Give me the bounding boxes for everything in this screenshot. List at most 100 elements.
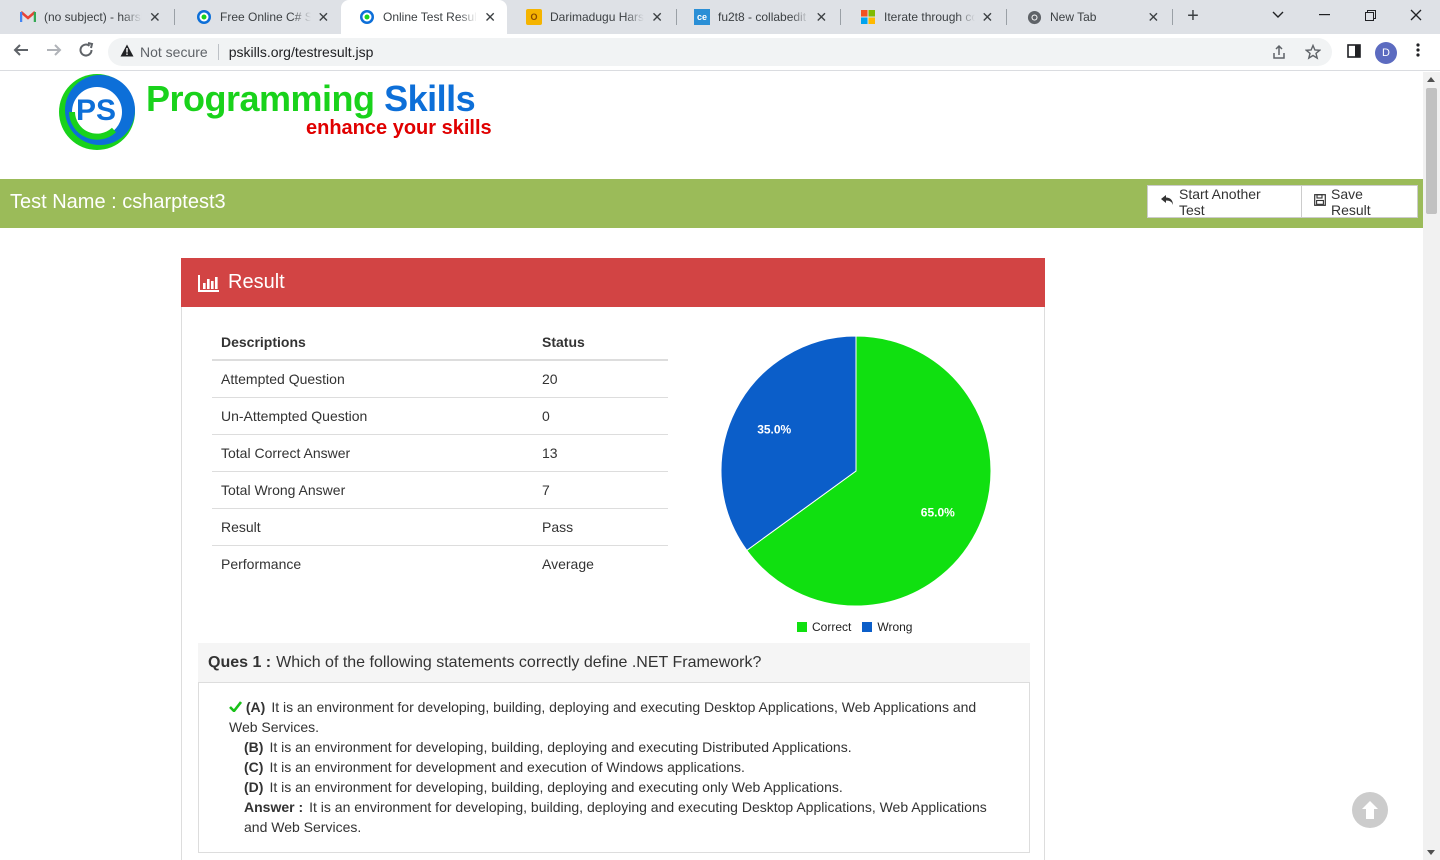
- close-icon[interactable]: ✕: [650, 9, 664, 26]
- question-header: Ques 1 : Which of the following statemen…: [198, 643, 1030, 682]
- tab-title: New Tab: [1050, 10, 1097, 24]
- start-another-test-button[interactable]: Start Another Test: [1147, 185, 1302, 218]
- more-menu-icon[interactable]: [1406, 40, 1430, 64]
- ps-favicon-icon: [196, 9, 212, 25]
- browser-tab[interactable]: New Tab ✕: [1008, 0, 1170, 34]
- question-text: Which of the following statements correc…: [276, 653, 762, 671]
- bookmark-star-icon[interactable]: [1305, 38, 1321, 66]
- arrow-up-icon: [1362, 801, 1378, 819]
- browser-tab[interactable]: O Darimadugu Harsh ✕: [508, 0, 674, 34]
- browser-tab-strip: (no subject) - harsh ✕ Free Online C# Sk…: [0, 0, 1440, 34]
- legend-swatch: [862, 622, 873, 632]
- scroll-up-arrow-icon[interactable]: [1427, 77, 1435, 82]
- close-icon[interactable]: ✕: [148, 9, 162, 26]
- tab-title: Online Test Result: [383, 10, 478, 24]
- start-another-test-label: Start Another Test: [1179, 185, 1261, 218]
- chrome-icon: [1026, 9, 1042, 25]
- answer-text: It is an environment for developing, bui…: [244, 799, 987, 835]
- result-panel: Result Descriptions Status Attempted Que…: [181, 258, 1045, 860]
- minimize-icon[interactable]: [1301, 0, 1347, 30]
- test-name-bar: Test Name : csharptest3 Start Another Te…: [0, 179, 1423, 228]
- option-text: It is an environment for developing, bui…: [269, 779, 843, 795]
- close-icon[interactable]: ✕: [981, 9, 994, 26]
- warning-icon: [120, 44, 134, 60]
- checkmark-icon: [229, 699, 246, 715]
- browser-tab[interactable]: ce fu2t8 - collabedit ✕: [676, 0, 838, 34]
- gmail-icon: [20, 9, 36, 25]
- row-description: Total Wrong Answer: [212, 470, 533, 508]
- result-panel-header: Result: [181, 258, 1045, 307]
- row-status: Pass: [533, 507, 668, 545]
- window-close-icon[interactable]: [1393, 0, 1439, 30]
- close-icon[interactable]: ✕: [815, 9, 828, 26]
- legend-label: Correct: [812, 620, 852, 634]
- row-status: 13: [533, 433, 668, 471]
- scrollbar-thumb[interactable]: [1426, 88, 1437, 214]
- table-header-row: Descriptions Status: [212, 324, 668, 361]
- scroll-to-top-button[interactable]: [1352, 792, 1388, 828]
- option-letter: (D): [244, 779, 264, 795]
- browser-tab[interactable]: (no subject) - harsh ✕: [2, 0, 172, 34]
- close-icon[interactable]: ✕: [483, 9, 497, 26]
- browser-tab-active[interactable]: Online Test Result ✕: [341, 0, 507, 34]
- microsoft-icon: [860, 9, 876, 25]
- option-b: (B) It is an environment for developing, …: [229, 737, 999, 757]
- chart-legend: Correct Wrong: [797, 620, 923, 634]
- address-bar[interactable]: Not secure pskills.org/testresult.jsp: [108, 38, 1332, 66]
- scroll-down-arrow-icon[interactable]: [1427, 850, 1435, 855]
- answer-label: Answer :: [244, 799, 304, 815]
- option-letter: (A): [245, 699, 266, 715]
- back-arrow-icon[interactable]: [9, 40, 33, 64]
- new-tab-button[interactable]: +: [1181, 5, 1205, 29]
- logo-word-programming: Programming: [146, 78, 375, 119]
- result-summary-table: Descriptions Status Attempted Question 20…: [212, 324, 668, 582]
- logo-word-skills: Skills: [384, 78, 476, 119]
- row-description: Result: [212, 507, 533, 545]
- option-text: It is an environment for development and…: [269, 759, 745, 775]
- logo-tagline: enhance your skills: [306, 117, 492, 139]
- restore-icon[interactable]: [1347, 0, 1393, 30]
- tab-title: (no subject) - harsh: [44, 10, 142, 24]
- share-icon[interactable]: [1271, 38, 1287, 66]
- save-result-label: Save Result: [1331, 185, 1371, 218]
- save-floppy-icon: [1314, 194, 1326, 209]
- tab-title: Darimadugu Harsh: [550, 10, 645, 24]
- column-header: Descriptions: [212, 324, 533, 361]
- site-logo[interactable]: PS Programming Skills enhance your skill…: [54, 72, 494, 154]
- save-result-button[interactable]: Save Result: [1301, 185, 1418, 218]
- close-icon[interactable]: ✕: [317, 9, 330, 26]
- option-c: (C) It is an environment for development …: [229, 757, 999, 777]
- legend-item-wrong[interactable]: Wrong: [862, 620, 912, 634]
- pie-label-wrong: 35.0%: [757, 422, 791, 436]
- browser-toolbar: Not secure pskills.org/testresult.jsp D: [0, 34, 1440, 71]
- logo-badge: PS: [76, 94, 117, 127]
- tab-title: Iterate through coll: [884, 10, 975, 24]
- table-row: Performance Average: [212, 544, 668, 582]
- table-row: Attempted Question 20: [212, 359, 668, 397]
- row-status: 0: [533, 396, 668, 434]
- tab-title: Free Online C# Skill: [220, 10, 311, 24]
- option-letter: (B): [244, 739, 264, 755]
- pie-label-correct: 65.0%: [921, 506, 955, 520]
- browser-tab[interactable]: Iterate through coll ✕: [842, 0, 1004, 34]
- column-header: Status: [533, 324, 668, 361]
- question-options: (A) It is an environment for developing, …: [198, 682, 1030, 853]
- close-icon[interactable]: ✕: [1147, 9, 1160, 26]
- test-name: Test Name : csharptest3: [10, 191, 226, 213]
- option-letter: (C): [244, 759, 264, 775]
- option-text: It is an environment for developing, bui…: [269, 739, 852, 755]
- avatar[interactable]: D: [1375, 42, 1397, 64]
- browser-tab[interactable]: Free Online C# Skill ✕: [178, 0, 340, 34]
- reload-icon[interactable]: [74, 40, 98, 64]
- table-row: Total Wrong Answer 7: [212, 470, 668, 508]
- row-status: Average: [533, 544, 668, 582]
- side-panel-icon[interactable]: [1342, 40, 1366, 64]
- row-description: Total Correct Answer: [212, 433, 533, 471]
- tab-search-chevron-down-icon[interactable]: [1255, 0, 1301, 30]
- legend-label: Wrong: [877, 620, 913, 634]
- ps-favicon-icon: [359, 9, 375, 25]
- forward-arrow-icon[interactable]: [42, 40, 66, 64]
- page-scrollbar[interactable]: [1423, 72, 1440, 860]
- table-row: Un-Attempted Question 0: [212, 396, 668, 434]
- legend-item-correct[interactable]: Correct: [797, 620, 851, 634]
